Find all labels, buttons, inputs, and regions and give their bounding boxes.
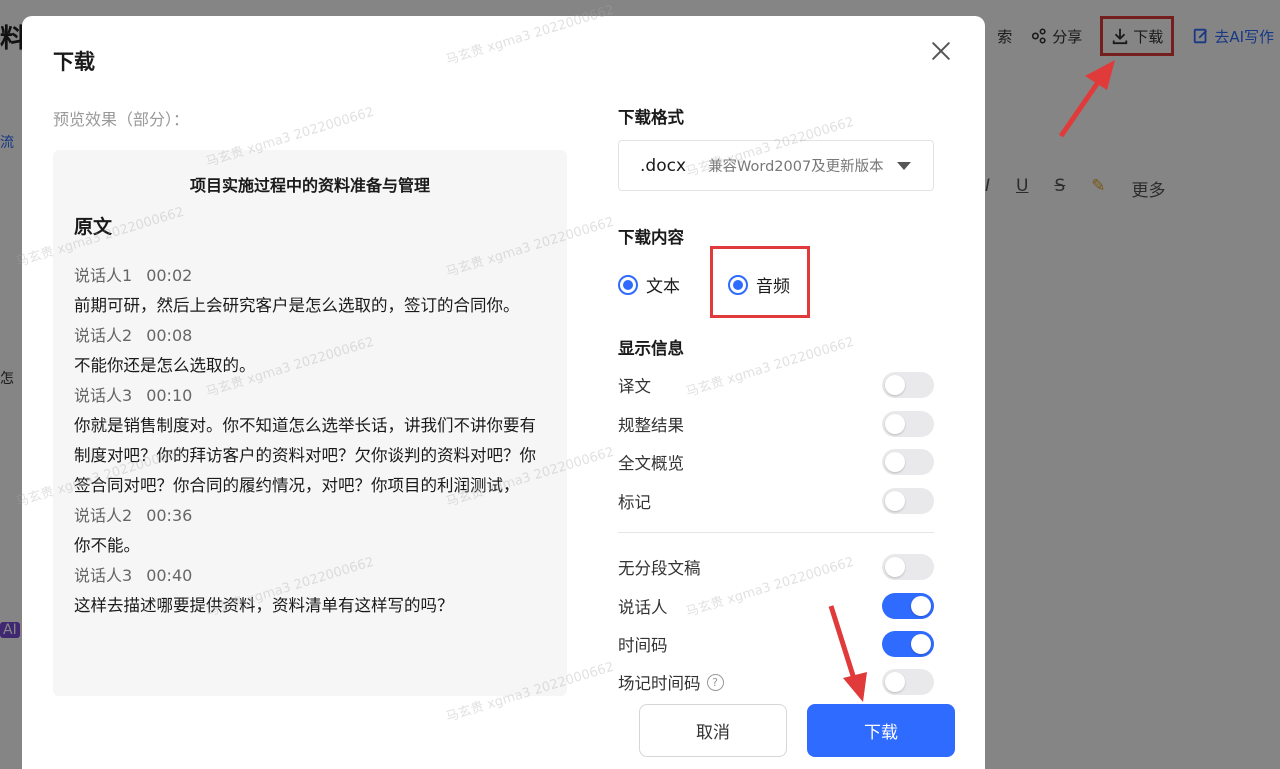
dialog-title: 下载 xyxy=(53,50,95,74)
speech-text: 你不能。 xyxy=(74,536,140,555)
preview-heading: 原文 xyxy=(74,216,113,238)
annotation-arrow-top xyxy=(1058,60,1115,138)
marks-toggle[interactable] xyxy=(882,488,934,514)
speaker-line: 说话人2 00:36 xyxy=(74,506,193,525)
help-icon[interactable]: ? xyxy=(706,673,724,691)
toggle-label: 规整结果 xyxy=(618,416,684,435)
toggle-label: 时间码 xyxy=(618,636,668,655)
toggle-label: 全文概览 xyxy=(618,454,684,473)
preview-doc-title: 项目实施过程中的资料准备与管理 xyxy=(189,176,430,195)
cancel-button[interactable]: 取消 xyxy=(639,704,787,757)
toggle-row-overview: 全文概览 xyxy=(618,447,934,477)
toggle-label: 标记 xyxy=(618,493,651,512)
toggle-label: 无分段文稿 xyxy=(618,559,701,578)
toggle-row-speaker: 说话人 xyxy=(618,591,934,621)
format-select[interactable]: .docx 兼容Word2007及更新版本 xyxy=(618,140,934,191)
content-options: 文本 音频 xyxy=(618,246,810,318)
speech-text: 不能你还是怎么选取的。 xyxy=(74,356,256,375)
toggle-label: 场记时间码 ? xyxy=(618,670,724,694)
overview-toggle[interactable] xyxy=(882,449,934,475)
format-section-label: 下载格式 xyxy=(618,108,684,127)
speech-text: 这样去描述哪要提供资料，资料清单有这样写的吗？ xyxy=(74,596,454,615)
display-section-label: 显示信息 xyxy=(618,339,684,358)
toggle-row-timecode: 时间码 xyxy=(618,629,934,659)
speaker-line: 说话人1 00:02 xyxy=(74,266,193,285)
content-option-text[interactable]: 文本 xyxy=(618,272,680,297)
speaker-toggle[interactable] xyxy=(882,593,934,619)
format-desc: 兼容Word2007及更新版本 xyxy=(708,159,884,175)
normalized-toggle[interactable] xyxy=(882,411,934,437)
toggle-row-scene-timecode: 场记时间码 ? xyxy=(618,667,934,697)
toggle-label: 译文 xyxy=(618,377,651,396)
preview-panel: 项目实施过程中的资料准备与管理 原文 说话人1 00:02 前期可研，然后上会研究… xyxy=(53,150,567,696)
annotation-arrow-bottom xyxy=(828,605,867,702)
content-section-label: 下载内容 xyxy=(618,228,684,247)
radio-checked-icon xyxy=(618,274,638,295)
annotation-highlight-box xyxy=(710,246,810,318)
preview-label: 预览效果（部分）： xyxy=(53,110,190,129)
speaker-line: 说话人2 00:08 xyxy=(74,326,193,345)
toggle-label: 说话人 xyxy=(618,598,668,617)
format-ext: .docx xyxy=(640,155,687,176)
translation-toggle[interactable] xyxy=(882,372,934,398)
speaker-line: 说话人3 00:40 xyxy=(74,566,193,585)
close-icon[interactable] xyxy=(928,38,954,64)
speech-text: 你就是销售制度对。你不知道怎么选举长话，讲我们不讲你要有制度对吧？你的拜访客户的… xyxy=(74,416,536,495)
divider xyxy=(618,532,934,533)
speaker-line: 说话人3 00:10 xyxy=(74,386,193,405)
speech-text: 前期可研，然后上会研究客户是怎么选取的，签订的合同你。 xyxy=(74,296,520,315)
content-option-text-label: 文本 xyxy=(646,277,680,297)
unsegmented-toggle[interactable] xyxy=(882,554,934,580)
toggle-row-unsegmented: 无分段文稿 xyxy=(618,552,934,582)
toggle-row-marks: 标记 xyxy=(618,486,934,516)
download-button[interactable]: 下载 xyxy=(807,704,955,757)
toggle-row-translation: 译文 xyxy=(618,370,934,400)
chevron-down-icon xyxy=(897,162,911,170)
timecode-toggle[interactable] xyxy=(882,631,934,657)
toggle-row-normalized: 规整结果 xyxy=(618,409,934,439)
scene-timecode-toggle[interactable] xyxy=(882,669,934,695)
preview-transcript: 说话人1 00:02 前期可研，然后上会研究客户是怎么选取的，签订的合同你。 说话… xyxy=(74,261,545,621)
